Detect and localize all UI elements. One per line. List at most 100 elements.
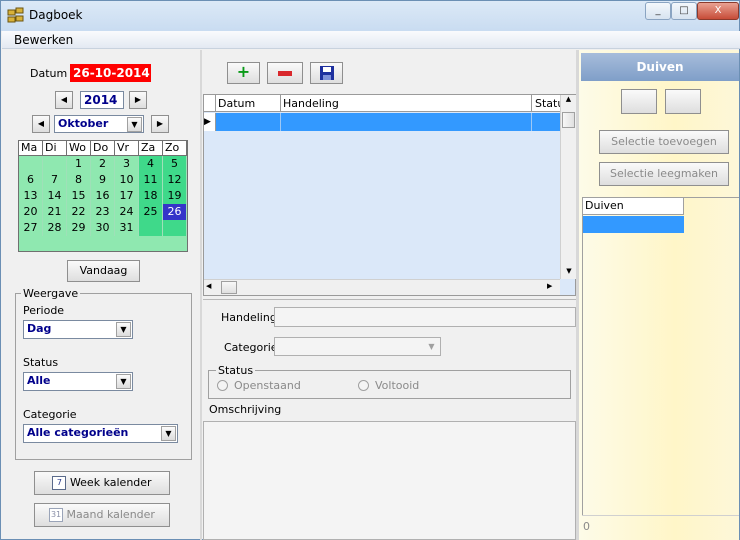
prev-year-button[interactable]: ◀ — [55, 91, 73, 109]
calendar-days[interactable]: 1 2 3 4 5 6 7 8 9 10 11 12 13 14 15 16 17 18 19 20 21 22 23 24 2… — [19, 156, 187, 236]
categorie-value: Alle categorieën — [27, 426, 129, 439]
add-button[interactable]: + — [227, 62, 260, 84]
categorie-detail-label: Categorie — [224, 341, 278, 354]
handelingen-table[interactable]: Datum Handeling Statu ▶ ▲ ▼ ◀ ▶ — [203, 94, 576, 296]
selectie-toevoegen-button[interactable]: Selectie toevoegen — [599, 130, 729, 154]
maand-kalender-button[interactable]: 31 Maand kalender — [34, 503, 170, 527]
calendar-day-27[interactable]: 27 — [19, 220, 43, 236]
calendar-day-2[interactable]: 2 — [91, 156, 115, 172]
chevron-down-icon: ▼ — [116, 322, 131, 337]
voltooid-radio[interactable] — [358, 380, 369, 391]
selectie-leegmaken-button[interactable]: Selectie leegmaken — [599, 162, 729, 186]
calendar-day-31[interactable]: 31 — [115, 220, 139, 236]
month-value: Oktober — [58, 117, 109, 130]
calendar-day-16[interactable]: 16 — [91, 188, 115, 204]
calendar-day-1[interactable]: 1 — [67, 156, 91, 172]
categorie-select[interactable]: Alle categorieën ▼ — [23, 424, 178, 443]
calendar-day-17[interactable]: 17 — [115, 188, 139, 204]
plus-icon: + — [236, 62, 251, 81]
menu-bewerken[interactable]: Bewerken — [14, 33, 73, 47]
maximize-button[interactable]: □ — [671, 2, 697, 20]
duiven-list[interactable]: Duiven — [582, 197, 739, 515]
arrow-right-icon: ▶ — [547, 282, 553, 290]
calendar-day-8[interactable]: 8 — [67, 172, 91, 188]
periode-select[interactable]: Dag ▼ — [23, 320, 133, 339]
table-header: Datum Handeling Statu — [204, 95, 564, 112]
month-calendar[interactable]: Ma Di Wo Do Vr Za Zo 1 2 3 4 5 6 7 8 9 10 11 12 13 14 15 16 17… — [18, 140, 188, 252]
table-row[interactable] — [216, 113, 560, 131]
datum-field[interactable]: 26-10-2014 — [70, 64, 151, 82]
calendar-weekday-header: Ma Di Wo Do Vr Za Zo — [19, 141, 187, 156]
calendar-day-9[interactable]: 9 — [91, 172, 115, 188]
calendar-day-11[interactable]: 11 — [139, 172, 163, 188]
prev-month-button[interactable]: ◀ — [32, 115, 50, 133]
weekday-di: Di — [43, 141, 67, 156]
calendar-day-25[interactable]: 25 — [139, 204, 163, 220]
calendar-day-15[interactable]: 15 — [67, 188, 91, 204]
calendar-empty-cell — [139, 220, 163, 236]
calendar-day-10[interactable]: 10 — [115, 172, 139, 188]
handeling-field[interactable] — [274, 307, 576, 327]
next-month-button[interactable]: ▶ — [151, 115, 169, 133]
calendar-day-4[interactable]: 4 — [139, 156, 163, 172]
calendar-day-12[interactable]: 12 — [163, 172, 187, 188]
scroll-thumb[interactable] — [562, 112, 575, 128]
arrow-down-icon: ▼ — [566, 267, 572, 275]
calendar-day-13[interactable]: 13 — [19, 188, 43, 204]
periode-label: Periode — [23, 304, 65, 317]
column-handeling[interactable]: Handeling — [283, 97, 339, 110]
left-splitter[interactable] — [200, 50, 202, 540]
periode-value: Dag — [27, 322, 52, 335]
status-select[interactable]: Alle ▼ — [23, 372, 133, 391]
close-button[interactable]: X — [697, 2, 739, 20]
calendar-day-26[interactable]: 26 — [163, 204, 187, 220]
next-year-button[interactable]: ▶ — [129, 91, 147, 109]
calendar-day-3[interactable]: 3 — [115, 156, 139, 172]
arrow-left-icon: ◀ — [37, 119, 45, 128]
arrow-up-icon: ▲ — [565, 95, 572, 103]
chevron-down-icon: ▼ — [127, 117, 142, 132]
weekday-ma: Ma — [19, 141, 43, 156]
arrow-right-icon: ▶ — [134, 95, 142, 104]
calendar-day-22[interactable]: 22 — [67, 204, 91, 220]
year-field[interactable]: 2014 — [80, 91, 124, 109]
chevron-down-icon: ▼ — [428, 342, 435, 351]
minimize-button[interactable]: _ — [645, 2, 671, 20]
calendar-day-18[interactable]: 18 — [139, 188, 163, 204]
column-datum[interactable]: Datum — [218, 97, 255, 110]
openstaand-radio[interactable] — [217, 380, 228, 391]
duiven-button-1[interactable] — [621, 89, 657, 114]
month-select[interactable]: Oktober ▼ — [54, 115, 144, 133]
duiven-footer: 0 — [582, 515, 739, 540]
week-kalender-button[interactable]: 7 Week kalender — [34, 471, 170, 495]
calendar-day-20[interactable]: 20 — [19, 204, 43, 220]
save-button[interactable] — [310, 62, 343, 84]
remove-button[interactable] — [267, 62, 303, 84]
scroll-thumb[interactable] — [221, 281, 237, 294]
list-item[interactable] — [583, 216, 684, 233]
openstaand-label: Openstaand — [234, 379, 301, 392]
vertical-scrollbar[interactable]: ▲ ▼ — [560, 95, 576, 279]
calendar-day-6[interactable]: 6 — [19, 172, 43, 188]
categorie-detail-select[interactable]: ▼ — [274, 337, 441, 356]
calendar-day-23[interactable]: 23 — [91, 204, 115, 220]
calendar-day-7[interactable]: 7 — [43, 172, 67, 188]
calendar-day-28[interactable]: 28 — [43, 220, 67, 236]
arrow-left-icon: ◀ — [206, 282, 212, 290]
today-button[interactable]: Vandaag — [67, 260, 140, 282]
duiven-count: 0 — [583, 520, 590, 533]
weekday-wo: Wo — [67, 141, 91, 156]
omschrijving-field[interactable] — [203, 421, 576, 540]
calendar-day-5[interactable]: 5 — [163, 156, 187, 172]
calendar-day-21[interactable]: 21 — [43, 204, 67, 220]
calendar-day-30[interactable]: 30 — [91, 220, 115, 236]
status-value: Alle — [27, 374, 51, 387]
horizontal-scrollbar[interactable]: ◀ ▶ — [204, 279, 560, 295]
duiven-button-2[interactable] — [665, 89, 701, 114]
calendar-day-19[interactable]: 19 — [163, 188, 187, 204]
calendar-day-24[interactable]: 24 — [115, 204, 139, 220]
week-kalender-label: Week kalender — [69, 476, 152, 489]
column-duiven[interactable]: Duiven — [583, 198, 684, 215]
calendar-day-29[interactable]: 29 — [67, 220, 91, 236]
calendar-day-14[interactable]: 14 — [43, 188, 67, 204]
